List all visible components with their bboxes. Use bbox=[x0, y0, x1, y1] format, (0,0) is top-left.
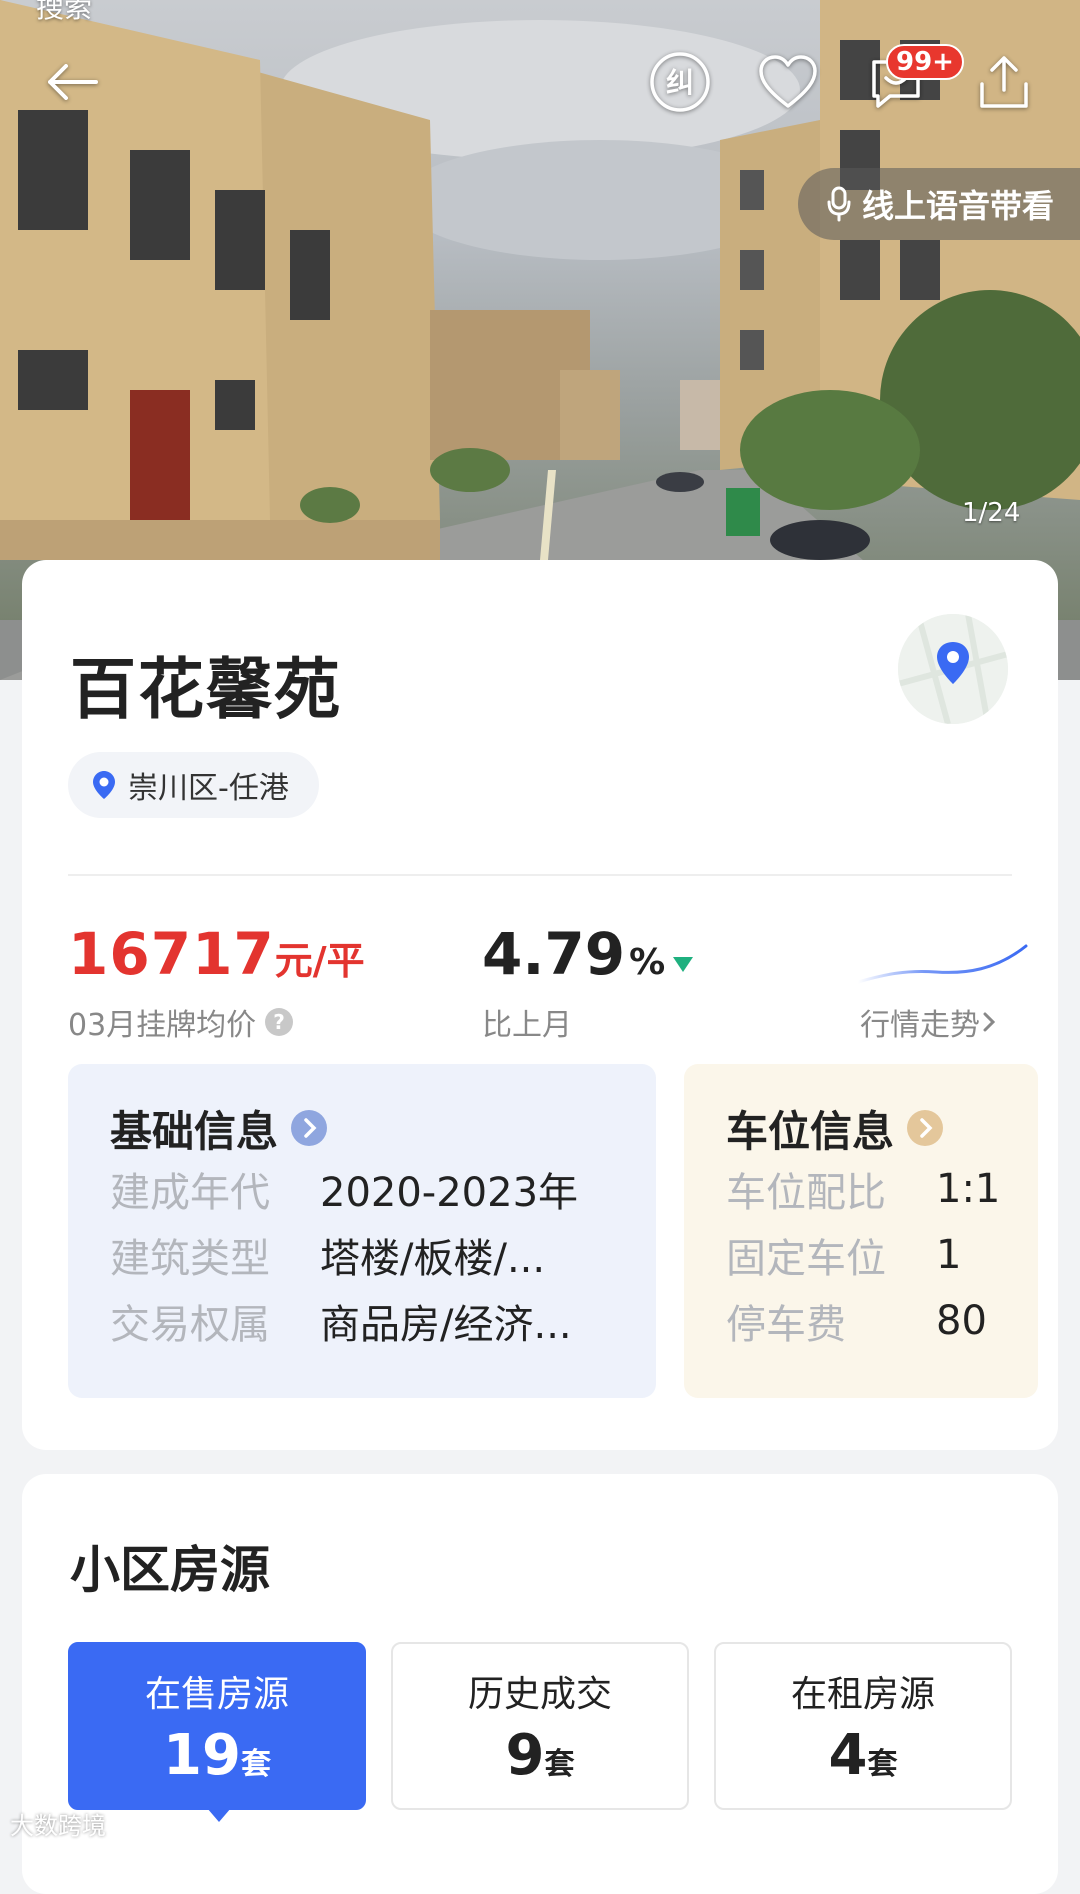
location-chip[interactable]: 崇川区-任港 bbox=[68, 752, 319, 818]
info-value: 塔楼/板楼/... bbox=[320, 1236, 546, 1282]
tab-for-sale[interactable]: 在售房源 19套 bbox=[68, 1642, 366, 1822]
tab-count: 4 bbox=[828, 1722, 868, 1788]
photo-counter: 1/24 bbox=[962, 498, 1021, 528]
parking-info-row: 固定车位 1 bbox=[726, 1222, 1038, 1288]
tab-count-row: 9套 bbox=[506, 1723, 575, 1788]
average-price-unit: 元/平 bbox=[274, 939, 365, 983]
info-value: 1 bbox=[936, 1232, 962, 1278]
correction-icon: 纠 bbox=[650, 52, 710, 112]
chevron-circle-icon bbox=[907, 1110, 944, 1146]
basic-info-row: 建成年代 2020-2023年 bbox=[110, 1156, 656, 1222]
voice-tour-button[interactable]: 线上语音带看 bbox=[798, 168, 1080, 240]
back-button[interactable] bbox=[38, 48, 106, 116]
error-report-button[interactable]: 纠 bbox=[646, 48, 714, 116]
info-key: 建成年代 bbox=[110, 1170, 270, 1216]
price-change-label: 比上月 bbox=[482, 1008, 572, 1043]
watermark-logo: 大数跨境 bbox=[10, 1812, 106, 1840]
listings-card: 小区房源 在售房源 19套 历史成交 9套 在租房源 4套 bbox=[22, 1474, 1058, 1894]
basic-info-row: 建筑类型 塔楼/板楼/... bbox=[110, 1222, 656, 1288]
info-key: 固定车位 bbox=[726, 1236, 886, 1282]
tab-label: 在租房源 bbox=[790, 1673, 935, 1715]
info-value: 1:1 bbox=[936, 1166, 1001, 1212]
location-pin-icon bbox=[93, 771, 115, 799]
arrow-left-icon bbox=[48, 64, 98, 100]
info-value: 2020-2023年 bbox=[320, 1170, 579, 1216]
svg-text:纠: 纠 bbox=[666, 66, 694, 99]
community-name: 百花馨苑 bbox=[70, 651, 342, 728]
market-trend-link[interactable]: 行情走势 bbox=[860, 1000, 998, 1044]
average-price-label: 03月挂牌均价 bbox=[68, 1008, 257, 1043]
tab-unit: 套 bbox=[240, 1746, 271, 1782]
svg-text:?: ? bbox=[273, 1010, 285, 1034]
question-icon[interactable]: ? bbox=[264, 1007, 294, 1037]
info-key: 建筑类型 bbox=[110, 1236, 270, 1282]
tab-count: 9 bbox=[505, 1722, 545, 1788]
price-change: 4.79 % bbox=[482, 920, 695, 988]
community-info-card: 百花馨苑 崇川区-任港 16717元/平 03月挂牌均价 ? 4.79 % 比上… bbox=[22, 560, 1058, 1450]
tab-count-row: 4套 bbox=[829, 1723, 898, 1788]
favorite-button[interactable] bbox=[754, 48, 822, 116]
tab-for-rent[interactable]: 在租房源 4套 bbox=[714, 1642, 1012, 1810]
tab-label: 历史成交 bbox=[467, 1673, 612, 1715]
parking-info-row: 车位配比 1:1 bbox=[726, 1156, 1038, 1222]
parking-info-row: 停车费 80 bbox=[726, 1288, 1038, 1354]
average-price-label-row: 03月挂牌均价 ? bbox=[68, 1000, 294, 1044]
tab-count: 19 bbox=[163, 1722, 241, 1788]
down-triangle-icon bbox=[673, 957, 694, 972]
search-back-label[interactable]: 搜索 bbox=[36, 0, 92, 26]
microphone-icon bbox=[827, 186, 851, 222]
basic-info-title-row: 基础信息 bbox=[110, 1100, 656, 1156]
info-key: 停车费 bbox=[726, 1302, 846, 1348]
chevron-right-icon bbox=[983, 1012, 996, 1032]
basic-info-row: 交易权属 商品房/经济... bbox=[110, 1288, 656, 1354]
average-price-value: 16717 bbox=[68, 920, 275, 988]
tab-label: 在售房源 bbox=[144, 1673, 289, 1715]
price-change-unit: % bbox=[629, 942, 666, 983]
basic-info-title: 基础信息 bbox=[110, 1106, 279, 1156]
tab-count-row: 19套 bbox=[163, 1723, 271, 1788]
chevron-circle-icon bbox=[291, 1110, 328, 1146]
info-key: 交易权属 bbox=[110, 1302, 270, 1348]
tab-unit: 套 bbox=[544, 1746, 575, 1782]
share-button[interactable] bbox=[970, 48, 1038, 116]
voice-tour-label: 线上语音带看 bbox=[862, 187, 1055, 225]
trend-sparkline[interactable] bbox=[856, 904, 1036, 994]
price-change-value: 4.79 bbox=[482, 920, 626, 988]
heart-icon bbox=[759, 55, 817, 108]
divider bbox=[68, 874, 1012, 876]
info-value: 商品房/经济... bbox=[320, 1302, 572, 1348]
map-pin-icon bbox=[898, 614, 1008, 724]
info-value: 80 bbox=[936, 1298, 987, 1344]
parking-info-title: 车位信息 bbox=[726, 1106, 895, 1156]
share-icon bbox=[980, 56, 1028, 108]
tab-unit: 套 bbox=[867, 1746, 898, 1782]
listings-title: 小区房源 bbox=[70, 1541, 270, 1599]
parking-info-panel[interactable]: 车位信息 车位配比 1:1 固定车位 1 停车费 80 bbox=[684, 1064, 1038, 1398]
tab-history-deals[interactable]: 历史成交 9套 bbox=[391, 1642, 689, 1810]
message-count-badge: 99+ bbox=[886, 44, 964, 80]
basic-info-panel[interactable]: 基础信息 建成年代 2020-2023年 建筑类型 塔楼/板楼/... 交易权属… bbox=[68, 1064, 656, 1398]
parking-info-title-row: 车位信息 bbox=[726, 1100, 1038, 1156]
map-thumbnail[interactable] bbox=[898, 614, 1008, 724]
info-key: 车位配比 bbox=[726, 1170, 886, 1216]
average-price: 16717元/平 bbox=[68, 920, 365, 988]
market-trend-label: 行情走势 bbox=[860, 1008, 980, 1043]
location-text: 崇川区-任港 bbox=[128, 771, 289, 806]
